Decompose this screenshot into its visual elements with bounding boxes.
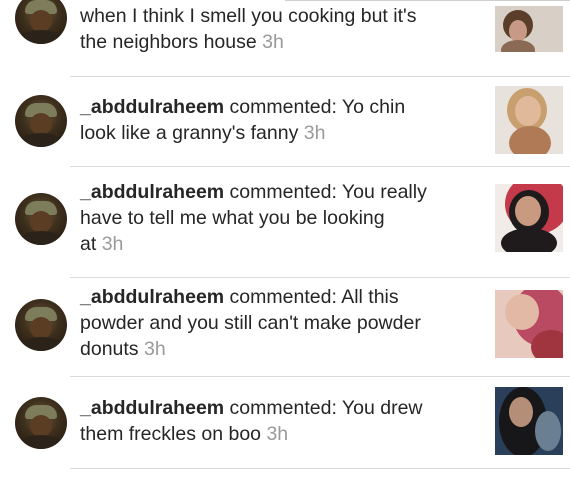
comment-text: look like a granny's fanny — [80, 122, 299, 144]
comment-text: have to tell me what you be looking — [80, 207, 385, 229]
username-link[interactable]: _abddulraheem — [80, 286, 224, 308]
timestamp: 3h — [143, 338, 166, 360]
comment-text: them freckles on boo — [80, 423, 262, 445]
post-thumbnail[interactable] — [495, 6, 563, 52]
avatar[interactable] — [15, 299, 67, 351]
divider — [70, 468, 570, 469]
timestamp: 3h — [101, 233, 124, 255]
avatar[interactable] — [15, 397, 67, 449]
notification-text: _abddulraheem commented: Yo chin look li… — [80, 94, 480, 146]
post-thumbnail[interactable] — [495, 86, 563, 154]
comment-text: when I think I smell you cooking but it'… — [80, 5, 417, 27]
notification-row[interactable]: when I think I smell you cooking but it'… — [0, 0, 570, 76]
comment-text: donuts — [80, 338, 139, 360]
notification-text: _abddulraheem commented: You drew them f… — [80, 395, 480, 447]
notification-row[interactable]: _abddulraheem commented: Yo chin look li… — [0, 77, 570, 166]
notification-row[interactable]: _abddulraheem commented: You drew them f… — [0, 377, 570, 468]
avatar[interactable] — [15, 193, 67, 245]
post-thumbnail[interactable] — [495, 387, 563, 455]
comment-text: at — [80, 233, 97, 255]
avatar[interactable] — [15, 95, 67, 147]
comment-text: the neighbors house — [80, 31, 257, 53]
comment-text: commented: You drew — [224, 397, 423, 419]
comment-text: commented: All this — [224, 286, 399, 308]
comment-text: commented: You really — [224, 181, 427, 203]
avatar[interactable] — [15, 0, 67, 44]
notification-row[interactable]: _abddulraheem commented: You really have… — [0, 167, 570, 277]
username-link[interactable]: _abddulraheem — [80, 397, 224, 419]
username-link[interactable]: _abddulraheem — [80, 181, 224, 203]
notification-row[interactable]: _abddulraheem commented: All this powder… — [0, 278, 570, 376]
comment-text: commented: Yo chin — [224, 96, 406, 118]
notification-text: _abddulraheem commented: You really have… — [80, 179, 480, 257]
timestamp: 3h — [266, 423, 289, 445]
post-thumbnail[interactable] — [495, 184, 563, 252]
username-link[interactable]: _abddulraheem — [80, 96, 224, 118]
notification-text: when I think I smell you cooking but it'… — [80, 3, 480, 55]
activity-feed: when I think I smell you cooking but it'… — [0, 0, 570, 492]
post-thumbnail[interactable] — [495, 290, 563, 358]
comment-text: powder and you still can't make powder — [80, 312, 421, 334]
timestamp: 3h — [303, 122, 326, 144]
notification-text: _abddulraheem commented: All this powder… — [80, 284, 480, 362]
timestamp: 3h — [262, 31, 284, 53]
